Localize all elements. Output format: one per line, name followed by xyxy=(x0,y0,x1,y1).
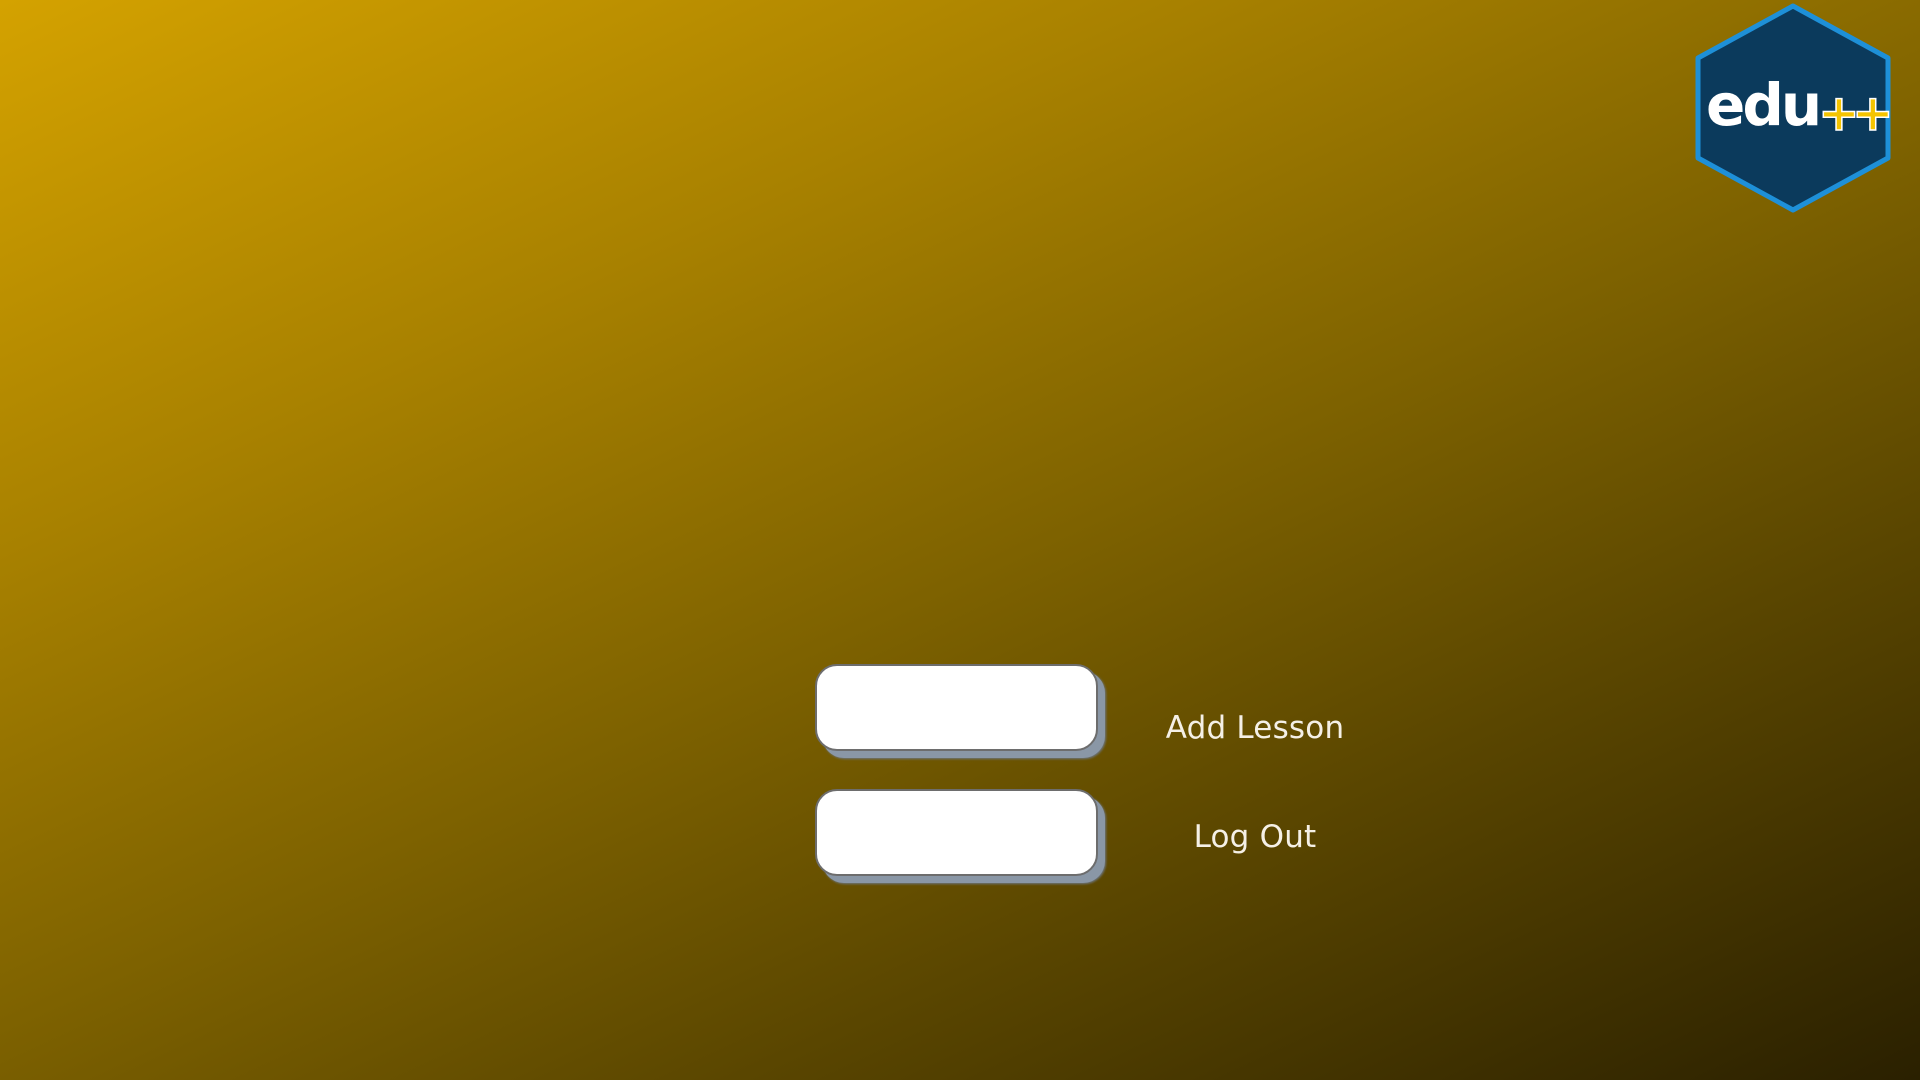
add-lesson-button[interactable] xyxy=(815,664,1098,751)
logo-text-main: edu xyxy=(1706,71,1819,139)
add-lesson-label[interactable]: Add Lesson xyxy=(1125,708,1385,748)
edu-plus-plus-logo: edu ++ xyxy=(1692,2,1894,214)
logo-text-accent: ++ xyxy=(1818,84,1889,142)
log-out-button[interactable] xyxy=(815,789,1098,876)
log-out-label[interactable]: Log Out xyxy=(1125,817,1385,857)
